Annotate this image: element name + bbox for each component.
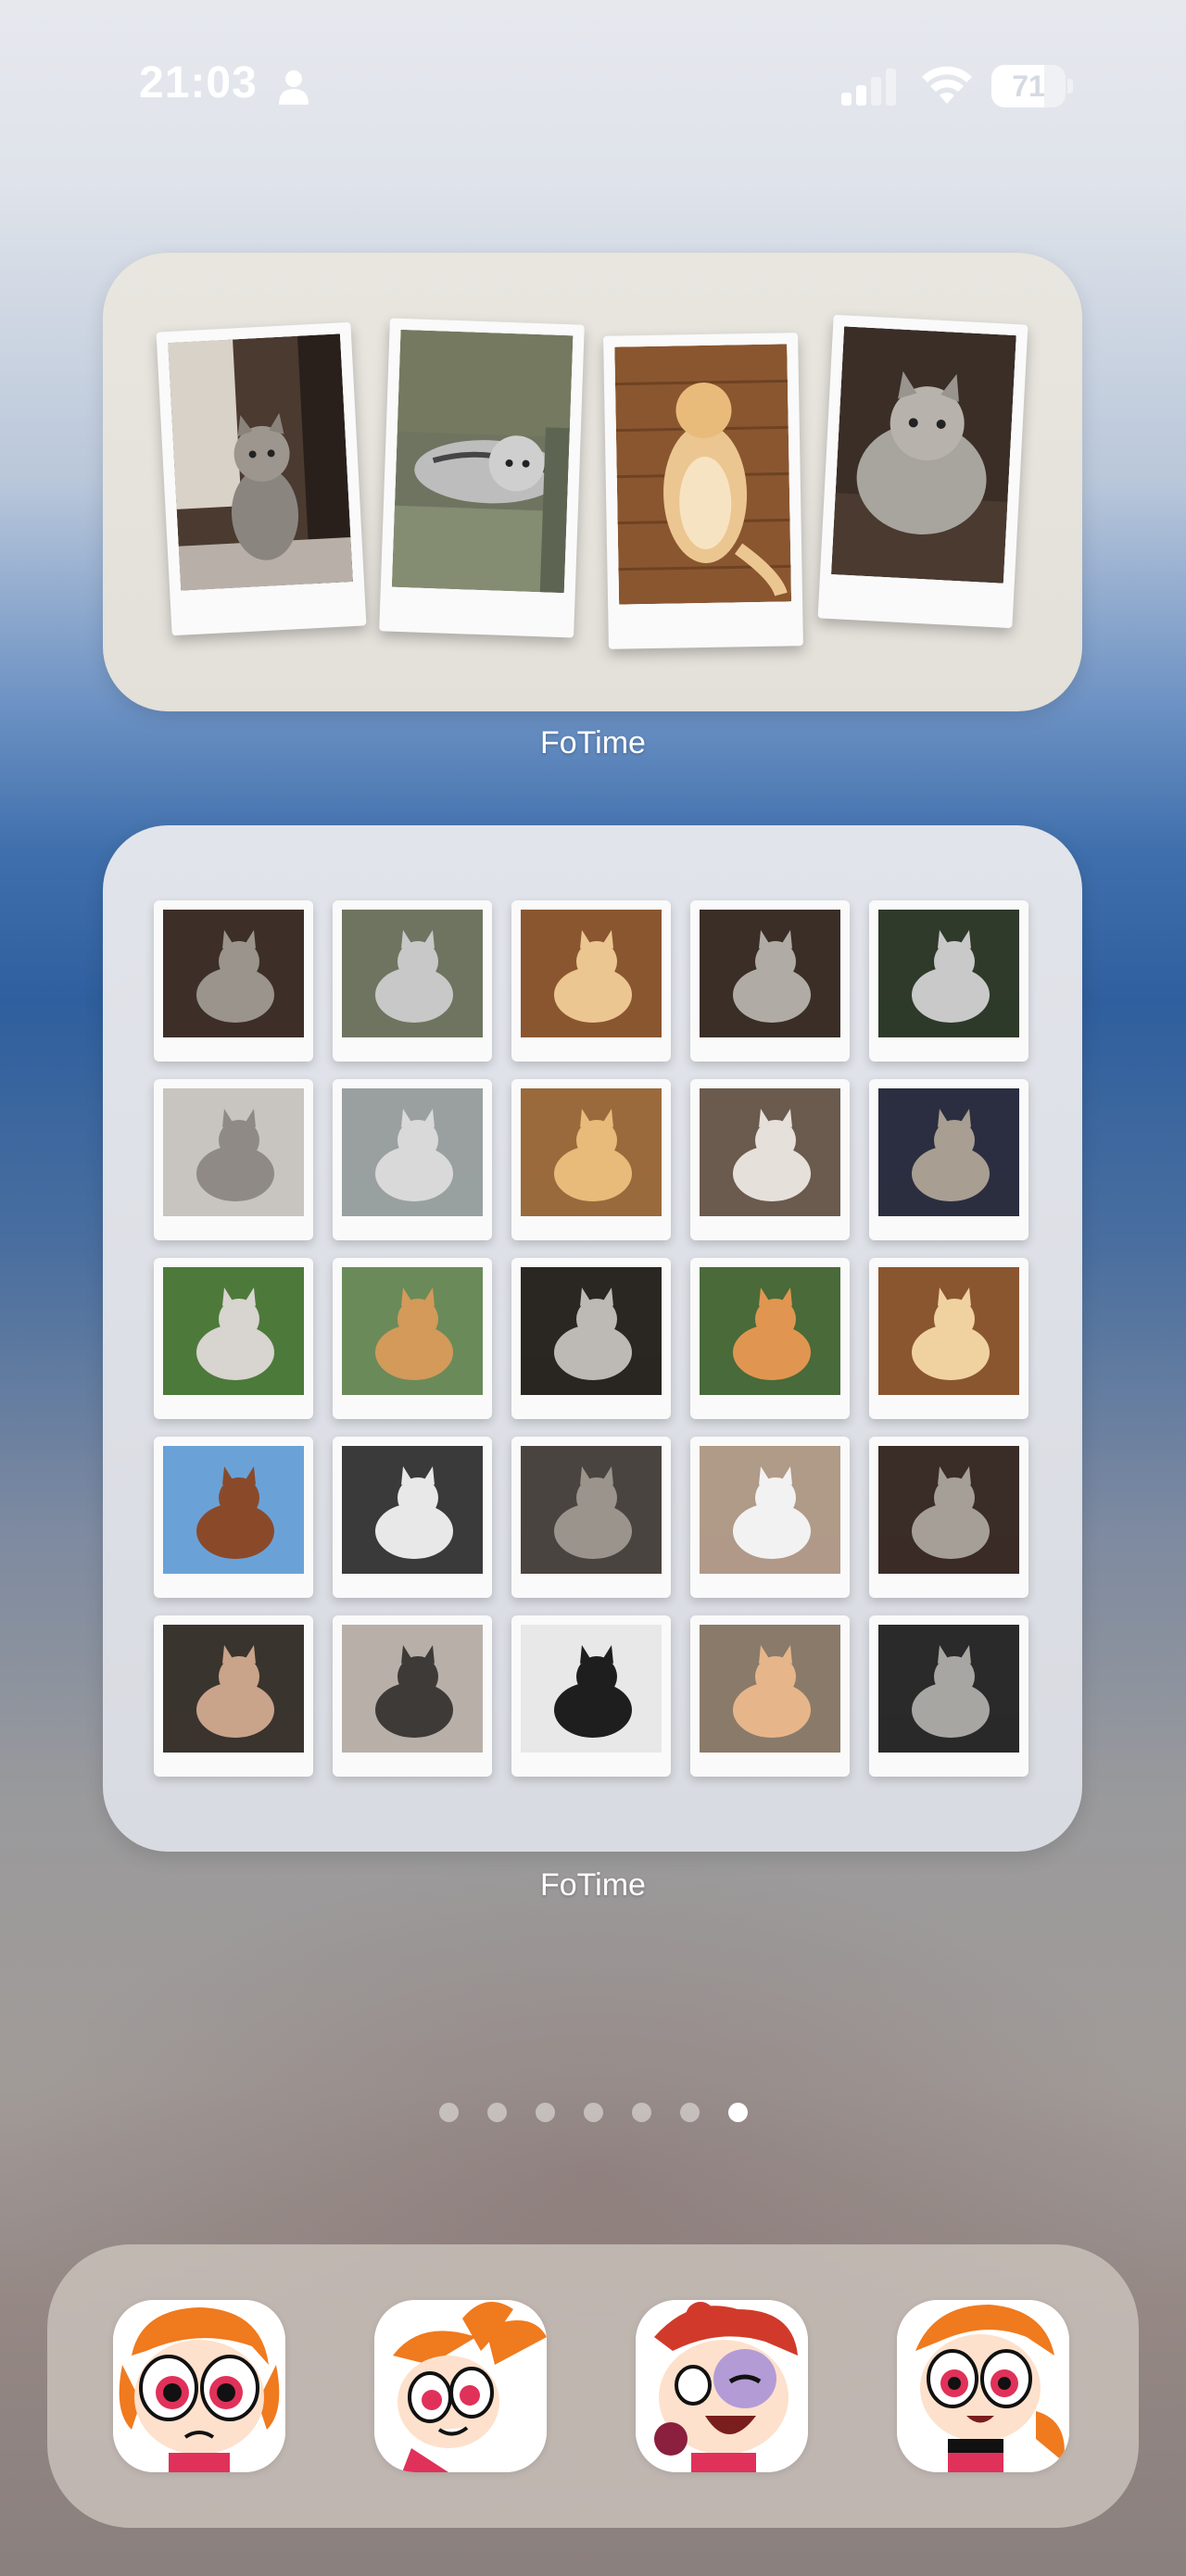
- grid-photo-15[interactable]: [869, 1258, 1028, 1419]
- photo-image: [163, 1625, 304, 1753]
- page-dot-3[interactable]: [535, 2103, 555, 2122]
- photo-image: [700, 1088, 840, 1216]
- grid-photo-14[interactable]: [690, 1258, 850, 1419]
- battery-icon: 71: [991, 65, 1073, 107]
- photo-image: [878, 910, 1019, 1037]
- page-dot-7[interactable]: [727, 2103, 748, 2122]
- photo-image: [878, 1088, 1019, 1216]
- grid-photo-17[interactable]: [333, 1437, 492, 1598]
- battery-level: 71: [1012, 69, 1045, 103]
- grid-photo-18[interactable]: [511, 1437, 671, 1598]
- grid-photo-3[interactable]: [511, 900, 671, 1062]
- grid-photo-7[interactable]: [333, 1079, 492, 1240]
- photo-image: [163, 1267, 304, 1395]
- grid-photo-5[interactable]: [869, 900, 1028, 1062]
- polaroid-photo-1[interactable]: [156, 321, 367, 636]
- photo-image: [163, 1088, 304, 1216]
- grid-photo-16[interactable]: [154, 1437, 313, 1598]
- fotime-grid-widget[interactable]: [103, 825, 1082, 1852]
- photo-image: [700, 910, 840, 1037]
- grid-photo-19[interactable]: [690, 1437, 850, 1598]
- cellular-signal-icon: [841, 69, 896, 106]
- photo-image: [163, 910, 304, 1037]
- cat-photo: [391, 329, 574, 594]
- photo-image: [878, 1267, 1019, 1395]
- grid-photo-23[interactable]: [511, 1615, 671, 1777]
- page-dot-4[interactable]: [583, 2103, 603, 2122]
- page-dot-1[interactable]: [438, 2103, 459, 2122]
- photo-image: [700, 1625, 840, 1753]
- polaroid-photo-3[interactable]: [603, 333, 803, 649]
- grid-photo-13[interactable]: [511, 1258, 671, 1419]
- person-icon: [279, 70, 309, 105]
- page-indicator[interactable]: [0, 2103, 1186, 2125]
- photo-image: [700, 1446, 840, 1574]
- polaroid-photo-4[interactable]: [817, 314, 1028, 629]
- grid-photo-21[interactable]: [154, 1615, 313, 1777]
- wifi-icon: [922, 66, 972, 104]
- photo-image: [521, 1446, 662, 1574]
- grid-photo-2[interactable]: [333, 900, 492, 1062]
- grid-photo-12[interactable]: [333, 1258, 492, 1419]
- photo-image: [521, 910, 662, 1037]
- widget-label: FoTime: [540, 725, 646, 760]
- widget-label: FoTime: [540, 1867, 646, 1903]
- grid-photo-4[interactable]: [690, 900, 850, 1062]
- photo-image: [163, 1446, 304, 1574]
- grid-photo-8[interactable]: [511, 1079, 671, 1240]
- photo-image: [342, 1267, 483, 1395]
- grid-photo-20[interactable]: [869, 1437, 1028, 1598]
- photo-image: [342, 1625, 483, 1753]
- photo-image: [342, 1446, 483, 1574]
- photo-image: [878, 1446, 1019, 1574]
- blossom-sad-icon[interactable]: [113, 2300, 285, 2472]
- photo-image: [521, 1267, 662, 1395]
- grid-photo-1[interactable]: [154, 900, 313, 1062]
- grid-photo-10[interactable]: [869, 1079, 1028, 1240]
- blossom-happy-icon[interactable]: [897, 2300, 1069, 2472]
- grid-photo-25[interactable]: [869, 1615, 1028, 1777]
- grid-photo-24[interactable]: [690, 1615, 850, 1777]
- cat-photo: [614, 344, 792, 605]
- grid-photo-11[interactable]: [154, 1258, 313, 1419]
- photo-image: [342, 910, 483, 1037]
- polaroid-photo-2[interactable]: [379, 318, 585, 638]
- photo-image: [878, 1625, 1019, 1753]
- status-bar: 21:03 71: [0, 0, 1186, 167]
- photo-image: [700, 1267, 840, 1395]
- cat-photo: [831, 326, 1016, 584]
- status-time: 21:03: [139, 58, 258, 107]
- grid-photo-9[interactable]: [690, 1079, 850, 1240]
- grid-photo-6[interactable]: [154, 1079, 313, 1240]
- blossom-bruised-icon[interactable]: [636, 2300, 808, 2472]
- page-dot-5[interactable]: [631, 2103, 651, 2122]
- grid-photo-22[interactable]: [333, 1615, 492, 1777]
- fotime-stack-widget[interactable]: [103, 253, 1082, 711]
- page-dot-6[interactable]: [679, 2103, 700, 2122]
- blossom-angry-icon[interactable]: [374, 2300, 547, 2472]
- photo-image: [521, 1088, 662, 1216]
- page-dot-2[interactable]: [486, 2103, 507, 2122]
- photo-image: [521, 1625, 662, 1753]
- cat-photo: [168, 333, 353, 591]
- photo-image: [342, 1088, 483, 1216]
